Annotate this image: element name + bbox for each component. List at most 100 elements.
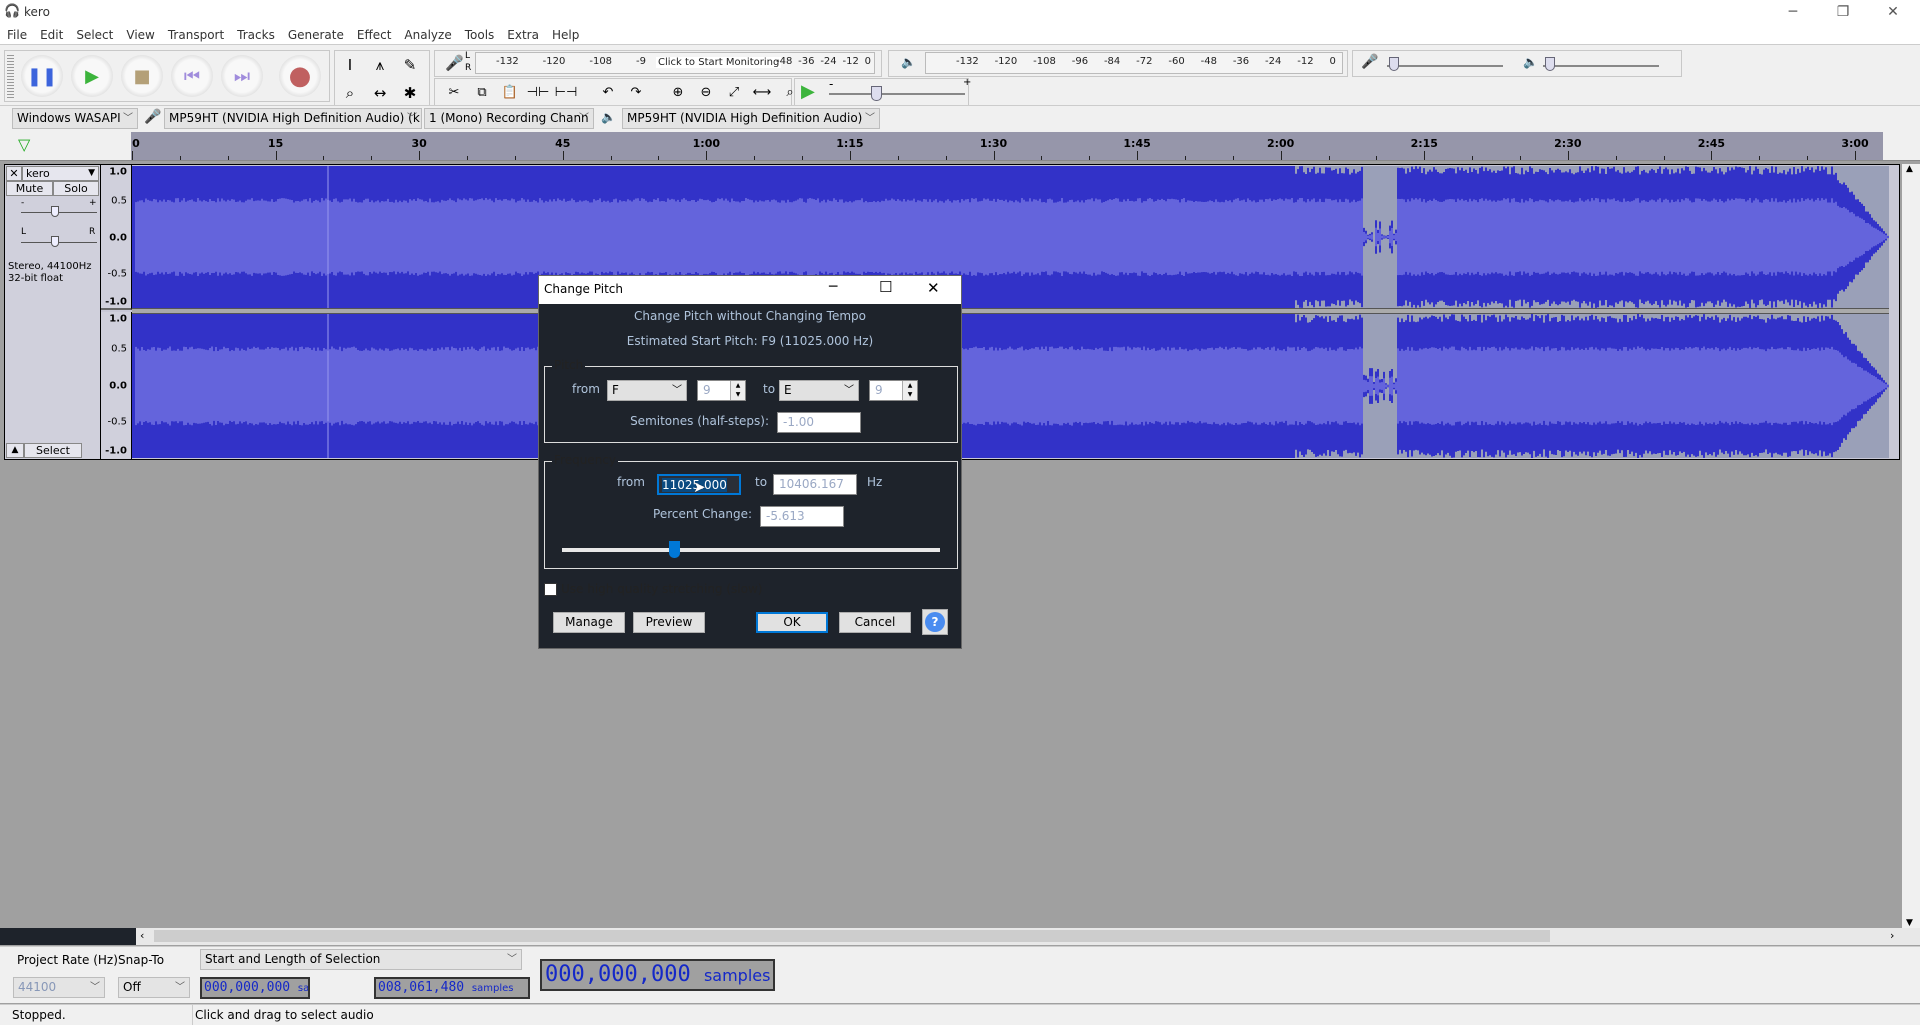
silence-button[interactable]: ⊢⊣ — [553, 79, 579, 105]
from-octave-spinner[interactable]: 9 ▲ ▼ — [697, 380, 746, 401]
scrollbar-thumb[interactable] — [154, 930, 1550, 942]
slider-thumb[interactable] — [871, 86, 882, 101]
record-meter[interactable]: -132 -120 -108 -9 Click to Start Monitoring… — [475, 52, 875, 74]
recording-volume-slider[interactable] — [1387, 65, 1503, 67]
play-at-speed-button[interactable]: ▶ — [801, 81, 815, 102]
slider-thumb[interactable] — [1389, 57, 1399, 71]
menu-edit[interactable]: Edit — [33, 25, 69, 45]
microphone-icon[interactable]: 🎤 — [445, 54, 464, 72]
mute-button[interactable]: Mute — [6, 181, 53, 196]
spinner-arrows-icon[interactable]: ▲ ▼ — [902, 381, 917, 400]
minimize-button[interactable]: ─ — [829, 279, 837, 295]
play-button[interactable]: ▶ — [71, 55, 113, 97]
menu-extra[interactable]: Extra — [500, 25, 545, 45]
recording-device-select[interactable]: MP59HT (NVIDIA High Definition Audio) (k… — [164, 108, 422, 129]
pinned-play-head-icon[interactable]: ▽ — [18, 135, 30, 154]
menu-tracks[interactable]: Tracks — [230, 25, 281, 45]
solo-button[interactable]: Solo — [53, 181, 99, 196]
scroll-right-icon[interactable]: › — [1890, 929, 1894, 942]
skip-start-button[interactable]: ⏮ — [171, 55, 213, 97]
preview-button[interactable]: Preview — [633, 612, 705, 633]
ok-button[interactable]: OK — [756, 612, 828, 633]
track-menu-button[interactable]: kero ▼ — [22, 166, 99, 181]
manage-button[interactable]: Manage — [553, 612, 625, 633]
cut-button[interactable]: ✂ — [441, 79, 467, 105]
waveform-left-channel[interactable] — [132, 166, 1889, 308]
playback-device-select[interactable]: MP59HT (NVIDIA High Definition Audio) ﹀ — [622, 108, 880, 129]
vertical-ruler-right[interactable]: 1.0 0.5 0.0 -0.5 -1.0 — [101, 312, 132, 459]
envelope-tool-button[interactable]: ⩚ — [367, 52, 393, 78]
from-note-select[interactable]: F ﹀ — [607, 380, 687, 401]
maximize-button[interactable]: ☐ — [879, 278, 892, 296]
menu-help[interactable]: Help — [545, 25, 585, 45]
select-track-button[interactable]: Select — [24, 443, 82, 458]
selection-start-field[interactable]: 000,000,000 samples — [200, 977, 310, 999]
menu-generate[interactable]: Generate — [281, 25, 350, 45]
restore-button[interactable]: ❐ — [1820, 0, 1866, 25]
menu-file[interactable]: File — [0, 25, 33, 45]
semitones-input[interactable]: -1.00 — [777, 412, 861, 433]
paste-button[interactable]: 📋 — [497, 79, 523, 105]
pan-slider-thumb[interactable] — [51, 236, 59, 247]
scroll-left-icon[interactable]: ‹ — [140, 929, 144, 942]
percent-slider-thumb[interactable] — [668, 541, 680, 558]
minimize-button[interactable]: ─ — [1770, 0, 1816, 25]
selection-mode-select[interactable]: Start and Length of Selection ﹀ — [200, 949, 522, 970]
timeline-ruler[interactable]: ▽ 0 15 30 45 1:00 1:15 1:30 1:45 2:00 2:15 2:30 2:4… — [0, 132, 1920, 161]
record-button[interactable]: ● — [279, 55, 321, 97]
gain-slider[interactable] — [21, 212, 97, 213]
timeline-bar[interactable]: 0 15 30 45 1:00 1:15 1:30 1:45 2:00 2:15 2:30 2:45 3… — [131, 132, 1883, 160]
zoom-tool-button[interactable]: ⌕ — [337, 80, 363, 106]
spinner-arrows-icon[interactable]: ▲ ▼ — [730, 381, 745, 400]
close-track-button[interactable]: ✕ — [6, 166, 22, 181]
skip-end-button[interactable]: ⏭ — [221, 55, 263, 97]
audio-position-field[interactable]: 000,000,000 samples — [540, 959, 775, 991]
menu-analyze[interactable]: Analyze — [397, 25, 457, 45]
playback-volume-slider[interactable] — [1543, 65, 1659, 67]
percent-change-input[interactable]: -5.613 — [760, 506, 844, 527]
pause-button[interactable]: ❚❚ — [21, 55, 63, 97]
close-button[interactable]: ✕ — [1870, 0, 1916, 25]
menu-view[interactable]: View — [119, 25, 160, 45]
stop-button[interactable]: ■ — [121, 55, 163, 97]
selection-length-field[interactable]: 008,061,480 samples — [374, 977, 530, 999]
high-quality-checkbox[interactable] — [544, 583, 557, 596]
start-monitoring-label[interactable]: Click to Start Monitoring — [656, 57, 782, 68]
horizontal-scrollbar[interactable]: ‹ › — [0, 928, 1920, 945]
menu-effect[interactable]: Effect — [350, 25, 398, 45]
fit-project-button[interactable]: ⟷ — [749, 79, 775, 105]
menu-tools[interactable]: Tools — [458, 25, 501, 45]
cancel-button[interactable]: Cancel — [839, 612, 911, 633]
project-rate-select[interactable]: 44100 ﹀ — [13, 977, 105, 998]
scroll-up-icon[interactable]: ▲ — [1906, 164, 1913, 174]
pan-slider[interactable] — [21, 242, 97, 243]
toolbar-grip[interactable] — [7, 53, 14, 99]
multi-tool-button[interactable]: ✱ — [397, 80, 423, 106]
snap-to-select[interactable]: Off ﹀ — [118, 977, 190, 998]
audio-host-select[interactable]: Windows WASAPI ﹀ — [12, 108, 138, 129]
playback-speed-slider[interactable] — [829, 93, 965, 95]
vertical-scrollbar[interactable]: ▲ ▼ — [1902, 164, 1920, 928]
menu-transport[interactable]: Transport — [161, 25, 230, 45]
percent-change-slider[interactable] — [562, 548, 940, 552]
help-button[interactable]: ? — [922, 609, 948, 635]
undo-button[interactable]: ↶ — [595, 79, 621, 105]
scroll-down-icon[interactable]: ▼ — [1906, 918, 1913, 928]
gain-slider-thumb[interactable] — [51, 206, 59, 217]
zoom-in-button[interactable]: ⊕ — [665, 79, 691, 105]
collapse-track-button[interactable]: ▲ — [6, 443, 24, 458]
copy-button[interactable]: ⧉ — [469, 79, 495, 105]
to-note-select[interactable]: E ﹀ — [779, 380, 859, 401]
frequency-to-input[interactable]: 10406.167 — [773, 474, 857, 495]
draw-tool-button[interactable]: ✎ — [397, 52, 423, 78]
playback-meter[interactable]: -132 -120 -108 -96 -84 -72 -60 -48 -36 -24 -12 0 — [925, 52, 1343, 74]
recording-channels-select[interactable]: 1 (Mono) Recording Chann ﹀ — [424, 108, 594, 129]
fit-selection-button[interactable]: ⤢ — [721, 79, 747, 105]
slider-thumb[interactable] — [1545, 57, 1555, 71]
vertical-ruler-left[interactable]: 1.0 0.5 0.0 -0.5 -1.0 — [101, 165, 132, 310]
waveform-right-channel[interactable] — [132, 314, 1889, 458]
select-tool-button[interactable]: I — [337, 52, 363, 78]
redo-button[interactable]: ↷ — [623, 79, 649, 105]
trim-button[interactable]: ⊣⊢ — [525, 79, 551, 105]
to-octave-spinner[interactable]: 9 ▲ ▼ — [869, 380, 918, 401]
